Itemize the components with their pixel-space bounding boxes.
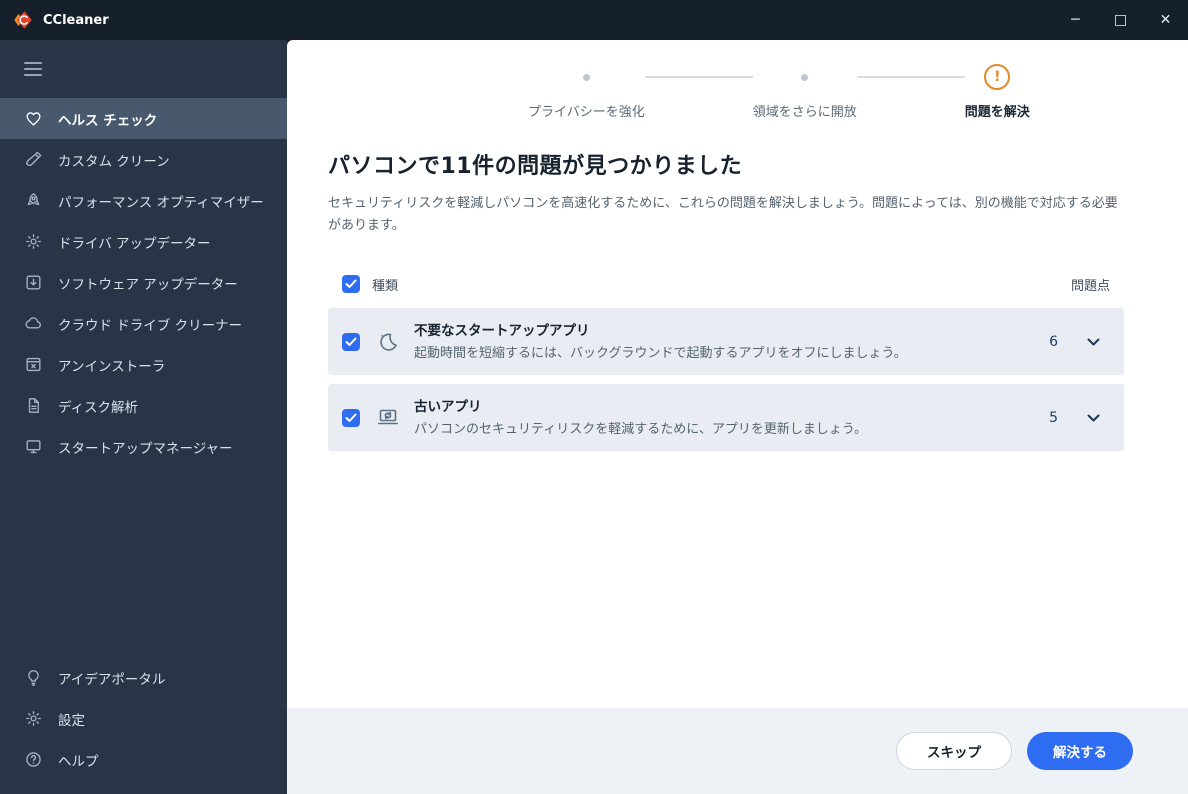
issue-row-old-apps[interactable]: 古いアプリ パソコンのセキュリティリスクを軽減するために、アプリを更新しましょう…	[328, 384, 1124, 452]
action-footer: スキップ 解決する	[287, 708, 1188, 794]
sidebar-item-idea-portal[interactable]: アイデアポータル	[0, 657, 287, 698]
ccleaner-window: CCleaner ─ □ ✕ ヘルス チェック カスタム クリーン パフォーマン…	[0, 0, 1188, 794]
sidebar-bottom: アイデアポータル 設定 ヘルプ	[0, 657, 287, 794]
sidebar-item-performance-optimizer[interactable]: パフォーマンス オプティマイザー	[0, 180, 287, 221]
moon-icon	[375, 330, 401, 354]
step-free-space: 領域をさらに開放	[753, 64, 857, 120]
step-label: プライバシーを強化	[528, 105, 645, 120]
step-connector	[856, 76, 965, 78]
gear-icon	[23, 709, 43, 729]
sidebar-item-label: パフォーマンス オプティマイザー	[58, 194, 264, 211]
sidebar-item-label: アイデアポータル	[58, 671, 166, 688]
step-dot-icon	[582, 73, 590, 81]
row-checkbox[interactable]	[342, 408, 360, 427]
sidebar: ヘルス チェック カスタム クリーン パフォーマンス オプティマイザー ドライバ…	[0, 40, 287, 794]
step-label: 領域をさらに開放	[752, 105, 857, 120]
cloud-icon	[23, 314, 43, 334]
monitor-icon	[23, 437, 43, 457]
step-dot-icon	[801, 73, 809, 81]
step-fix-issues: ! 問題を解決	[965, 64, 1030, 120]
disk-analyzer-icon	[23, 396, 43, 416]
lightbulb-icon	[23, 668, 43, 688]
menu-toggle-icon[interactable]	[24, 62, 42, 76]
solve-button[interactable]: 解決する	[1027, 732, 1133, 770]
sidebar-item-help[interactable]: ヘルプ	[0, 739, 287, 780]
sidebar-item-driver-updater[interactable]: ドライバ アップデーター	[0, 221, 287, 262]
uninstaller-icon	[23, 355, 43, 375]
heart-icon	[23, 109, 43, 129]
chevron-down-icon[interactable]	[1080, 329, 1106, 355]
sidebar-item-cloud-drive-cleaner[interactable]: クラウド ドライブ クリーナー	[0, 303, 287, 344]
type-column-header: 種類	[372, 278, 399, 294]
old-apps-icon	[375, 406, 401, 430]
warning-icon: !	[984, 64, 1011, 90]
sidebar-item-label: アンインストーラ	[58, 358, 166, 375]
sidebar-item-label: クラウド ドライブ クリーナー	[58, 317, 243, 334]
step-connector	[644, 76, 753, 78]
app-title: CCleaner	[43, 12, 109, 28]
issue-title: 古いアプリ	[414, 399, 482, 416]
titlebar: CCleaner ─ □ ✕	[0, 0, 1188, 40]
sidebar-item-label: ソフトウェア アップデーター	[58, 276, 238, 293]
sidebar-item-label: カスタム クリーン	[58, 153, 170, 170]
sidebar-item-label: ヘルプ	[58, 753, 99, 770]
page-title: パソコンで11件の問題が見つかりました	[328, 154, 743, 179]
issue-description: パソコンのセキュリティリスクを軽減するために、アプリを更新しましょう。	[414, 422, 868, 438]
sidebar-item-custom-clean[interactable]: カスタム クリーン	[0, 139, 287, 180]
software-update-icon	[23, 273, 43, 293]
close-button[interactable]: ✕	[1143, 0, 1188, 40]
row-checkbox[interactable]	[342, 332, 360, 351]
progress-stepper: プライバシーを強化 領域をさらに開放 ! 問題を解決	[528, 64, 1124, 120]
step-label: 問題を解決	[964, 105, 1030, 120]
sidebar-item-label: ディスク解析	[58, 399, 139, 416]
issue-description: 起動時間を短縮するには、バックグラウンドで起動するアプリをオフにしましょう。	[414, 346, 907, 362]
rocket-icon	[23, 191, 43, 211]
sidebar-item-label: スタートアップマネージャー	[58, 440, 233, 457]
select-all-checkbox[interactable]	[342, 275, 360, 294]
sidebar-item-label: ドライバ アップデーター	[58, 235, 211, 252]
brush-icon	[23, 150, 43, 170]
sidebar-item-label: ヘルス チェック	[58, 112, 158, 129]
issue-score: 6	[1049, 333, 1058, 350]
main-panel: プライバシーを強化 領域をさらに開放 ! 問題を解決 パソコンで11件の問題が見…	[287, 40, 1188, 794]
maximize-button[interactable]: □	[1098, 0, 1143, 40]
step-privacy: プライバシーを強化	[528, 64, 645, 120]
sidebar-item-software-updater[interactable]: ソフトウェア アップデーター	[0, 262, 287, 303]
sidebar-item-disk-analyzer[interactable]: ディスク解析	[0, 385, 287, 426]
sidebar-item-label: 設定	[58, 712, 85, 729]
issue-row-startup-apps[interactable]: 不要なスタートアップアプリ 起動時間を短縮するには、バックグラウンドで起動するア…	[328, 308, 1124, 376]
minimize-button[interactable]: ─	[1053, 0, 1098, 40]
issues-table-header: 種類 問題点	[328, 269, 1124, 299]
issue-score: 5	[1049, 409, 1058, 426]
sidebar-item-settings[interactable]: 設定	[0, 698, 287, 739]
score-column-header: 問題点	[1070, 278, 1110, 294]
sidebar-item-health-check[interactable]: ヘルス チェック	[0, 98, 287, 139]
issue-title: 不要なスタートアップアプリ	[414, 323, 590, 340]
chevron-down-icon[interactable]	[1080, 405, 1106, 431]
sidebar-item-startup-manager[interactable]: スタートアップマネージャー	[0, 426, 287, 467]
sidebar-item-uninstaller[interactable]: アンインストーラ	[0, 344, 287, 385]
skip-button[interactable]: スキップ	[896, 732, 1012, 770]
page-subtitle: セキュリティリスクを軽減しパソコンを高速化するために、これらの問題を解決しましょ…	[328, 196, 1118, 234]
ccleaner-logo-icon	[12, 9, 34, 31]
driver-gear-icon	[23, 232, 43, 252]
sidebar-nav: ヘルス チェック カスタム クリーン パフォーマンス オプティマイザー ドライバ…	[0, 98, 287, 467]
help-icon	[23, 750, 43, 770]
